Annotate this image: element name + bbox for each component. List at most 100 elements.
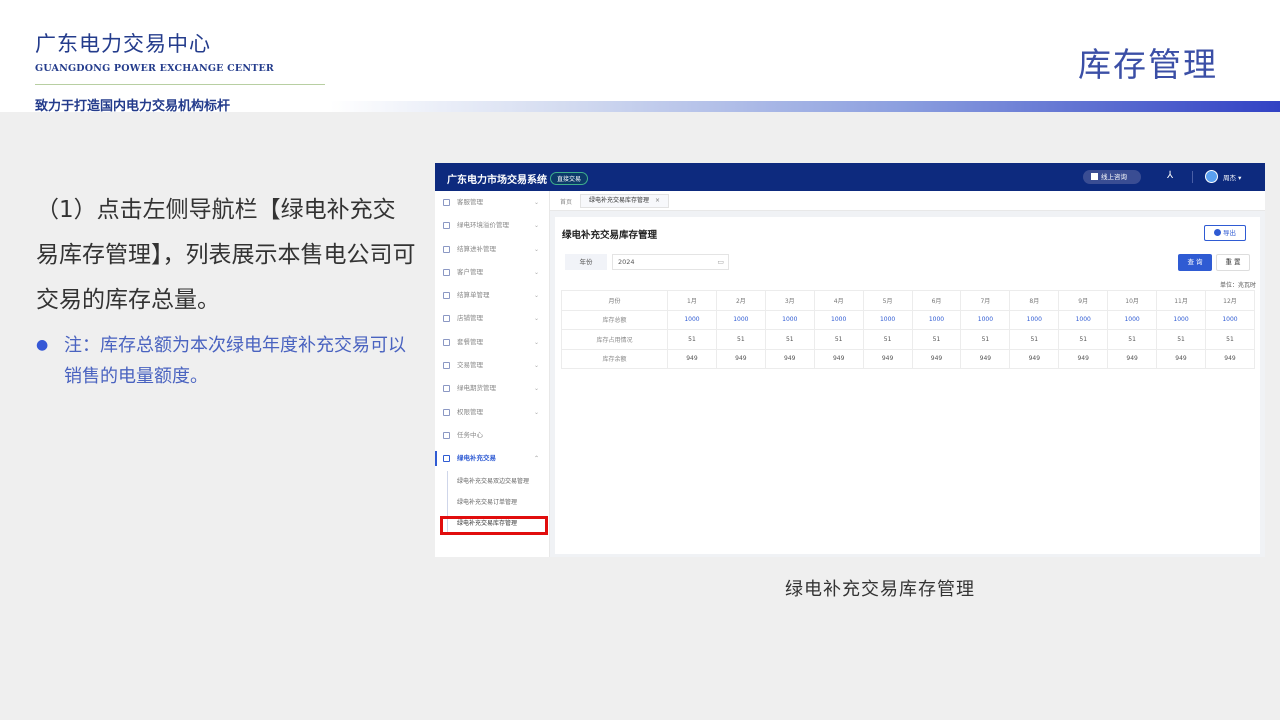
tab-home[interactable]: 首页 [560,197,572,206]
chevron-up-icon: ⌃ [533,455,539,463]
table-cell: 949 [1156,348,1206,369]
table-cell: 949 [911,348,962,369]
unit-label: 单位：兆瓦时 [1219,282,1256,289]
row-label: 库存余额 [561,348,668,369]
org-structure-icon[interactable]: ⅄ [1167,170,1173,181]
table-cell: 1000 [1204,309,1256,330]
query-button[interactable]: 查 询 [1178,254,1212,271]
table-cell: 1000 [715,309,766,330]
column-header: 2月 [715,290,766,311]
clipboard-icon [443,431,450,439]
header-divider [35,84,325,85]
bullet-dot-icon: ● [36,337,49,353]
table-cell: 51 [1107,329,1158,350]
red-highlight-box [440,516,548,535]
column-header: 5月 [862,290,913,311]
sidebar-item-stores[interactable]: 店铺管理 ⌄ [435,307,549,330]
table-cell: 949 [1107,348,1158,369]
table-row-occupied: 库存占用情况 51 51 51 51 51 51 51 51 51 51 51 51 [561,329,1256,350]
slogan: 致力于打造国内电力交易机构标杆 [35,99,231,114]
column-header: 3月 [764,290,815,311]
sidebar: 客服管理 ⌄ 绿电环境溢价管理 ⌄ 结算进补管理 ⌄ 客户管理 ⌄ 结算单管理 ⌄ 店铺管… [435,191,550,557]
sidebar-item-packages[interactable]: 套餐管理 ⌄ [435,331,549,354]
sidebar-item-trading[interactable]: 交易管理 ⌄ [435,354,549,377]
reset-button[interactable]: 重 置 [1216,254,1250,271]
table-cell: 51 [1058,329,1109,350]
table-cell: 51 [715,329,766,350]
export-button[interactable]: 导出 [1204,225,1246,241]
leaf-icon [443,222,450,230]
chevron-down-icon: ⌄ [533,362,539,370]
online-consult-label: 线上咨询 [1101,173,1127,181]
table-cell: 1000 [911,309,962,330]
table-cell: 949 [667,348,717,369]
content-panel: 绿电补充交易库存管理 导出 年份 2024 ▭ 查 询 重 置 单位：兆瓦时 月份… [555,217,1260,554]
sidebar-item-green-supplement[interactable]: 绿电补充交易 ⌃ [435,447,549,470]
row-label: 库存占用情况 [561,329,668,350]
sidebar-item-permissions[interactable]: 权限管理 ⌄ [435,401,549,424]
table-cell: 1000 [764,309,815,330]
chart-icon [443,385,450,393]
org-name-en: GUANGDONG POWER EXCHANGE CENTER [35,63,275,74]
column-header: 6月 [911,290,962,311]
sidebar-item-customer-service[interactable]: 客服管理 ⌄ [435,191,549,214]
table-cell: 1000 [667,309,717,330]
leaf-icon [443,455,450,463]
chevron-down-icon: ⌄ [533,385,539,393]
table-cell: 949 [1204,348,1256,369]
sidebar-subitem-bilateral[interactable]: 绿电补充交易双边交易管理 [435,470,549,492]
sidebar-item-customers[interactable]: 客户管理 ⌄ [435,261,549,284]
trade-mode-badge[interactable]: 直接交易 [550,172,589,185]
inventory-table: 月份 1月 2月 3月 4月 5月 6月 7月 8月 9月 10月 11月 12… [561,290,1256,369]
table-cell: 949 [862,348,913,369]
column-header: 7月 [960,290,1011,311]
table-cell: 949 [715,348,766,369]
table-cell: 51 [1204,329,1256,350]
slide-header: 广东电力交易中心 GUANGDONG POWER EXCHANGE CENTER… [0,0,1280,114]
table-cell: 1000 [1107,309,1158,330]
sidebar-subitem-orders[interactable]: 绿电补充交易订单管理 [435,491,549,513]
sidebar-item-green-premium[interactable]: 绿电环境溢价管理 ⌄ [435,214,549,237]
sidebar-item-statements[interactable]: 结算单管理 ⌄ [435,284,549,307]
table-cell: 949 [960,348,1011,369]
app-screenshot: 广东电力市场交易系统 直接交易 线上咨询 ⅄ 周杰 ▾ 客服管理 ⌄ 绿电环境溢价… [435,163,1265,557]
document-icon [443,292,450,300]
table-cell: 51 [667,329,717,350]
column-header: 12月 [1204,290,1256,311]
chevron-down-icon: ⌄ [533,315,539,323]
table-cell: 51 [764,329,815,350]
app-name: 广东电力市场交易系统 [447,175,547,186]
tab-inventory-label: 绿电补充交易库存管理 [589,197,650,204]
table-cell: 1000 [1156,309,1206,330]
table-cell: 51 [960,329,1011,350]
sidebar-item-green-futures[interactable]: 绿电期货管理 ⌄ [435,377,549,400]
step-text: （1）点击左侧导航栏【绿电补充交易库存管理】，列表展示本售电公司可交易的库存总量… [36,197,416,313]
chevron-down-icon: ⌄ [533,199,539,206]
calendar-icon: ▭ [717,258,724,266]
column-header: 10月 [1107,290,1158,311]
page-title: 绿电补充交易库存管理 [562,230,658,241]
shield-icon [443,408,450,416]
export-icon [1214,229,1221,236]
table-row-balance: 库存余额 949 949 949 949 949 949 949 949 949 949 949 949 [561,348,1256,369]
online-consult-button[interactable]: 线上咨询 [1083,170,1141,184]
avatar[interactable] [1205,170,1218,183]
close-icon[interactable]: × [655,197,660,204]
column-header: 9月 [1058,290,1109,311]
sidebar-item-task-center[interactable]: 任务中心 [435,424,549,447]
chevron-down-icon: ⌄ [533,408,539,416]
tab-inventory[interactable]: 绿电补充交易库存管理 × [580,194,670,208]
sidebar-item-settlement-adjust[interactable]: 结算进补管理 ⌄ [435,238,549,261]
user-menu[interactable]: 周杰 ▾ [1223,172,1241,182]
app-top-bar: 广东电力市场交易系统 直接交易 线上咨询 ⅄ 周杰 ▾ [435,163,1265,191]
table-cell: 51 [862,329,913,350]
table-cell: 51 [1009,329,1060,350]
table-cell: 51 [813,329,864,350]
headset-icon [443,199,450,206]
table-cell: 949 [764,348,815,369]
table-cell: 1000 [960,309,1011,330]
column-header: 1月 [667,290,717,311]
year-picker[interactable]: 2024 ▭ [612,254,729,270]
table-cell: 949 [813,348,864,369]
year-label: 年份 [565,254,607,270]
